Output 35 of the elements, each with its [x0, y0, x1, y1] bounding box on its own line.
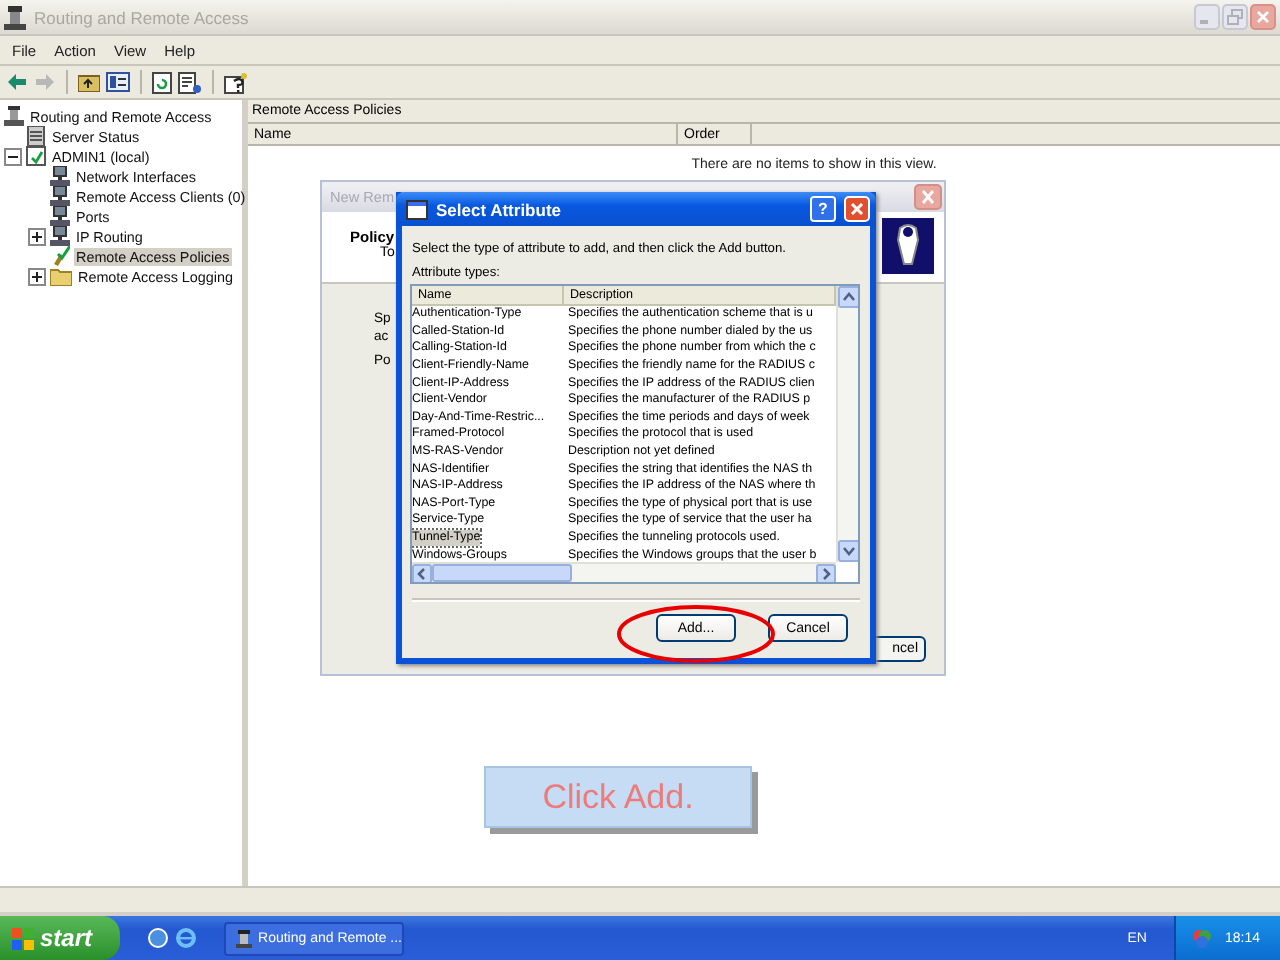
- computer-icon: [50, 226, 70, 246]
- folder-icon: [50, 267, 72, 285]
- callout-caption: Click Add.: [484, 766, 752, 828]
- server-list-icon: [26, 126, 46, 146]
- close-button[interactable]: [914, 184, 942, 210]
- server-icon: [4, 5, 26, 29]
- collapse-icon[interactable]: [4, 147, 22, 165]
- windows-flag-icon: [12, 927, 34, 949]
- expand-icon[interactable]: [28, 267, 46, 285]
- export-list-icon[interactable]: [178, 71, 202, 93]
- server-icon: [236, 929, 253, 947]
- window-icon: [406, 199, 428, 219]
- window-title: Routing and Remote Access: [34, 7, 251, 27]
- help-button[interactable]: ?: [810, 196, 836, 222]
- scroll-down-button[interactable]: [838, 540, 858, 562]
- panel-toggle-icon[interactable]: [106, 72, 130, 92]
- computer-icon: [50, 206, 70, 226]
- browser-globe-icon[interactable]: [148, 928, 169, 948]
- computer-icon: [50, 166, 70, 186]
- server-icon: [4, 106, 24, 126]
- help-icon[interactable]: [224, 71, 248, 93]
- dialog-title: Select Attribute: [436, 199, 564, 219]
- close-button[interactable]: [1250, 4, 1276, 30]
- server-check-icon: [26, 146, 46, 166]
- person-key-icon: [882, 218, 934, 274]
- scroll-left-button[interactable]: [412, 563, 432, 582]
- scroll-up-button[interactable]: [838, 286, 858, 308]
- browser-e-icon[interactable]: [176, 928, 197, 948]
- key-check-icon: [50, 246, 70, 266]
- back-arrow-icon[interactable]: [6, 72, 28, 92]
- expand-icon[interactable]: [28, 227, 46, 245]
- computer-icon: [50, 186, 70, 206]
- folder-up-icon[interactable]: [78, 72, 100, 92]
- refresh-icon[interactable]: [152, 71, 172, 93]
- scroll-right-button[interactable]: [816, 563, 836, 582]
